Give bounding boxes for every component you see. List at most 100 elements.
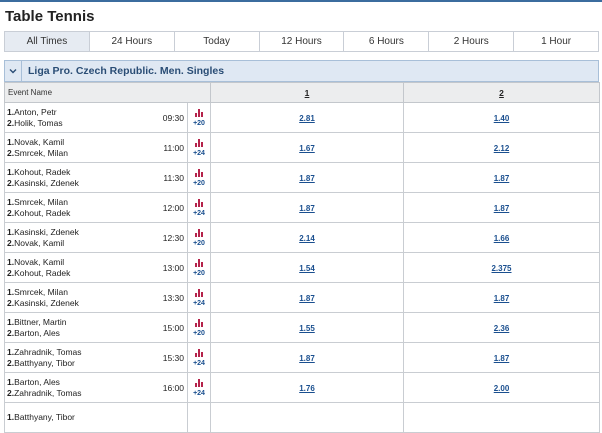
player-2[interactable]: 2.Kasinski, Zdenek — [7, 298, 79, 309]
odd-2-link[interactable]: 2.375 — [491, 264, 511, 273]
bar-chart-icon[interactable] — [188, 228, 210, 237]
odd-2-link[interactable]: 2.36 — [494, 324, 510, 333]
match-cell[interactable]: 1.Novak, Kamil 2.Kohout, Radek 13:00 — [4, 252, 188, 283]
player-1[interactable]: 1.Novak, Kamil — [7, 137, 68, 148]
player-1[interactable]: 1.Kohout, Radek — [7, 167, 79, 178]
player-2[interactable]: 2.Kasinski, Zdenek — [7, 178, 79, 189]
table-row[interactable]: 1.Smrcek, Milan 2.Kasinski, Zdenek 13:30… — [4, 282, 600, 313]
tab-2-hours[interactable]: 2 Hours — [429, 32, 515, 51]
stats-cell[interactable]: +20 — [187, 252, 211, 283]
more-markets-count[interactable]: +24 — [188, 390, 210, 398]
stats-cell[interactable]: +20 — [187, 222, 211, 253]
player-2[interactable]: 2.Batthyany, Tibor — [7, 358, 82, 369]
odd-1-link[interactable]: 1.87 — [299, 354, 315, 363]
table-row[interactable]: 1.Kasinski, Zdenek 2.Novak, Kamil 12:30 … — [4, 222, 600, 253]
odd-1-cell[interactable]: 1.54 — [210, 252, 404, 283]
chevron-down-icon[interactable] — [5, 61, 22, 81]
more-markets-count[interactable]: +24 — [188, 150, 210, 158]
bar-chart-icon[interactable] — [188, 168, 210, 177]
match-cell[interactable]: 1.Anton, Petr 2.Holik, Tomas 09:30 — [4, 102, 188, 133]
odd-1-cell[interactable]: 1.67 — [210, 132, 404, 163]
tab-today[interactable]: Today — [174, 32, 260, 51]
odd-2-link[interactable]: 1.87 — [494, 294, 510, 303]
player-2[interactable]: 2.Kohout, Radek — [7, 268, 70, 279]
match-cell[interactable]: 1.Batthyany, Tibor — [4, 402, 188, 433]
more-markets-count[interactable]: +20 — [188, 120, 210, 128]
more-markets-count[interactable]: +24 — [188, 300, 210, 308]
odd-2-cell[interactable]: 1.87 — [403, 282, 600, 313]
bar-chart-icon[interactable] — [188, 348, 210, 357]
stats-cell[interactable]: +20 — [187, 102, 211, 133]
table-row[interactable]: 1.Smrcek, Milan 2.Kohout, Radek 12:00 +2… — [4, 192, 600, 223]
odd-1-link[interactable]: 1.76 — [299, 384, 315, 393]
more-markets-count[interactable]: +24 — [188, 360, 210, 368]
odd-1-cell[interactable]: 1.55 — [210, 312, 404, 343]
odd-2-link[interactable]: 1.87 — [494, 354, 510, 363]
player-2[interactable]: 2.Holik, Tomas — [7, 118, 63, 129]
odd-1-link[interactable]: 1.54 — [299, 264, 315, 273]
stats-cell[interactable]: +24 — [187, 132, 211, 163]
player-1[interactable]: 1.Smrcek, Milan — [7, 197, 70, 208]
odd-2-cell[interactable]: 1.87 — [403, 192, 600, 223]
more-markets-count[interactable]: +24 — [188, 210, 210, 218]
bar-chart-icon[interactable] — [188, 258, 210, 267]
table-row[interactable]: 1.Kohout, Radek 2.Kasinski, Zdenek 11:30… — [4, 162, 600, 193]
odd-1-cell[interactable]: 2.14 — [210, 222, 404, 253]
odd-2-cell[interactable]: 2.36 — [403, 312, 600, 343]
table-row[interactable]: 1.Anton, Petr 2.Holik, Tomas 09:30 +20 2… — [4, 102, 600, 133]
table-row[interactable]: 1.Bittner, Martin 2.Barton, Ales 15:00 +… — [4, 312, 600, 343]
odd-2-cell[interactable]: 1.66 — [403, 222, 600, 253]
league-header[interactable]: Liga Pro. Czech Republic. Men. Singles — [4, 60, 599, 82]
bar-chart-icon[interactable] — [188, 198, 210, 207]
table-row[interactable]: 1.Novak, Kamil 2.Kohout, Radek 13:00 +20… — [4, 252, 600, 283]
league-name[interactable]: Liga Pro. Czech Republic. Men. Singles — [28, 65, 224, 77]
player-2[interactable]: 2.Smrcek, Milan — [7, 148, 68, 159]
more-markets-count[interactable]: +20 — [188, 330, 210, 338]
stats-cell[interactable] — [187, 402, 211, 433]
match-cell[interactable]: 1.Bittner, Martin 2.Barton, Ales 15:00 — [4, 312, 188, 343]
stats-cell[interactable]: +24 — [187, 192, 211, 223]
odd-2-cell[interactable]: 2.00 — [403, 372, 600, 403]
tab-12-hours[interactable]: 12 Hours — [259, 32, 345, 51]
table-row[interactable]: 1.Barton, Ales 2.Zahradnik, Tomas 16:00 … — [4, 372, 600, 403]
match-cell[interactable]: 1.Novak, Kamil 2.Smrcek, Milan 11:00 — [4, 132, 188, 163]
tab-all-times[interactable]: All Times — [5, 32, 90, 51]
table-row[interactable]: 1.Zahradnik, Tomas 2.Batthyany, Tibor 15… — [4, 342, 600, 373]
odd-2-link[interactable]: 1.66 — [494, 234, 510, 243]
match-cell[interactable]: 1.Kohout, Radek 2.Kasinski, Zdenek 11:30 — [4, 162, 188, 193]
player-1[interactable]: 1.Bittner, Martin — [7, 317, 67, 328]
odd-1-link[interactable]: 1.87 — [299, 294, 315, 303]
odd-2-cell[interactable]: 1.40 — [403, 102, 600, 133]
stats-cell[interactable]: +24 — [187, 372, 211, 403]
odd-2-cell[interactable]: 2.12 — [403, 132, 600, 163]
odd-2-cell[interactable] — [403, 402, 600, 433]
player-2[interactable]: 2.Kohout, Radek — [7, 208, 70, 219]
odd-1-cell[interactable]: 1.76 — [210, 372, 404, 403]
odd-1-link[interactable]: 1.67 — [299, 144, 315, 153]
odd-1-cell[interactable]: 1.87 — [210, 162, 404, 193]
odd-2-header[interactable]: 2 — [403, 82, 600, 103]
stats-cell[interactable]: +20 — [187, 312, 211, 343]
player-2[interactable]: 2.Zahradnik, Tomas — [7, 388, 82, 399]
match-cell[interactable]: 1.Zahradnik, Tomas 2.Batthyany, Tibor 15… — [4, 342, 188, 373]
more-markets-count[interactable]: +20 — [188, 270, 210, 278]
odd-1-cell[interactable]: 1.87 — [210, 192, 404, 223]
odd-2-link[interactable]: 2.12 — [494, 144, 510, 153]
player-1[interactable]: 1.Novak, Kamil — [7, 257, 70, 268]
odd-2-link[interactable]: 2.00 — [494, 384, 510, 393]
odd-1-link[interactable]: 1.87 — [299, 204, 315, 213]
stats-cell[interactable]: +24 — [187, 282, 211, 313]
tab-6-hours[interactable]: 6 Hours — [344, 32, 430, 51]
more-markets-count[interactable]: +20 — [188, 240, 210, 248]
table-row[interactable]: 1.Novak, Kamil 2.Smrcek, Milan 11:00 +24… — [4, 132, 600, 163]
table-row[interactable]: 1.Batthyany, Tibor — [4, 402, 600, 433]
player-1[interactable]: 1.Barton, Ales — [7, 377, 82, 388]
match-cell[interactable]: 1.Smrcek, Milan 2.Kohout, Radek 12:00 — [4, 192, 188, 223]
tab-1-hour[interactable]: 1 Hour — [514, 32, 599, 51]
match-cell[interactable]: 1.Smrcek, Milan 2.Kasinski, Zdenek 13:30 — [4, 282, 188, 313]
bar-chart-icon[interactable] — [188, 378, 210, 387]
bar-chart-icon[interactable] — [188, 138, 210, 147]
tab-24-hours[interactable]: 24 Hours — [89, 32, 175, 51]
bar-chart-icon[interactable] — [188, 288, 210, 297]
stats-cell[interactable]: +20 — [187, 162, 211, 193]
